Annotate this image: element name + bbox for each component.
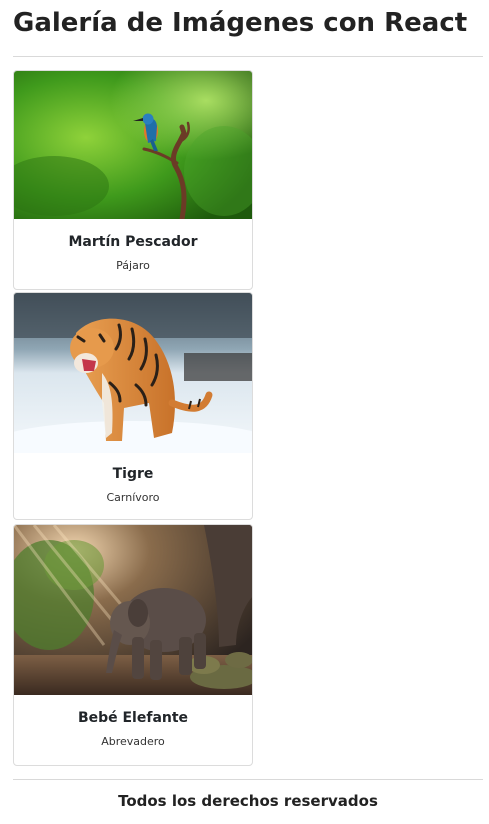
card-body: Tigre Carnívoro [14,453,252,504]
card-title: Martín Pescador [68,234,198,250]
card-body: Bebé Elefante Abrevadero [14,695,252,748]
page-title: Galería de Imágenes con React [13,8,468,38]
gallery-card: Bebé Elefante Abrevadero [13,524,253,766]
card-title: Tigre [112,466,154,482]
gallery-card: Martín Pescador Pájaro [13,70,253,290]
card-title: Bebé Elefante [77,710,189,726]
card-subtitle: Abrevadero [101,735,165,748]
gallery-card: Tigre Carnívoro [13,292,253,520]
kingfisher-image [14,71,252,219]
footer-text: Todos los derechos reservados [118,792,378,810]
card-subtitle: Pájaro [116,259,150,272]
baby-elephant-image [14,525,252,695]
footer-divider [13,779,483,780]
tiger-image [14,293,252,453]
card-subtitle: Carnívoro [106,491,160,504]
title-divider [13,56,483,57]
card-body: Martín Pescador Pájaro [14,219,252,272]
